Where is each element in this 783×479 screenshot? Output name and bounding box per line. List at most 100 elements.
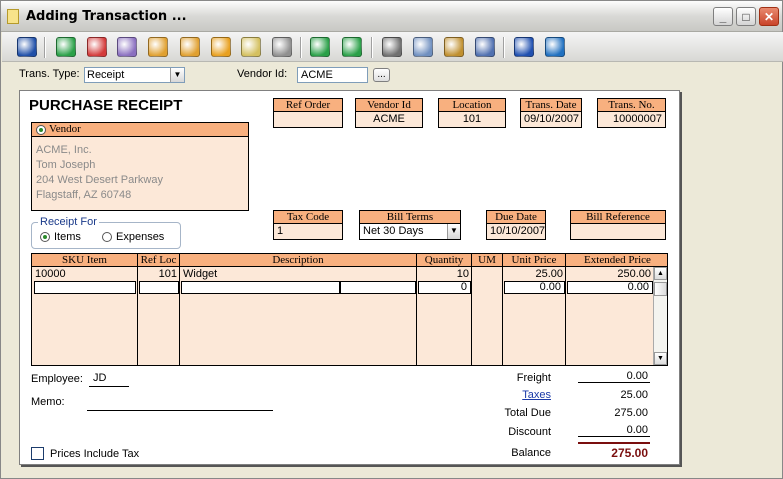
row1-extended-price[interactable]: 250.00 [566,268,654,281]
row2-description-input[interactable] [181,281,340,294]
bill-reference-label: Bill Reference [570,210,666,224]
add-button[interactable] [54,35,78,59]
scroll-down-icon[interactable]: ▼ [654,352,667,365]
row1-unit-price[interactable]: 25.00 [503,268,566,281]
discount-value[interactable]: 0.00 [578,424,650,437]
row1-loc[interactable]: 101 [138,268,180,281]
due-date-field: Due Date 10/10/2007 [486,210,546,240]
bill-terms-label: Bill Terms [359,210,461,224]
address-line: Flagstaff, AZ 60748 [36,189,132,201]
row2-loc-input[interactable] [139,281,179,294]
trans-date-input[interactable]: 09/10/2007 [520,112,582,128]
preview-icon [413,37,433,57]
help-button[interactable] [512,35,536,59]
col-header-um: UM [472,254,503,267]
row2-description-extra[interactable] [340,281,416,294]
grid-scrollbar[interactable]: ▲ ▼ [653,267,667,365]
bill-reference-input[interactable] [570,224,666,240]
po-icon [342,37,362,57]
vendor-radio[interactable] [36,124,46,135]
delete-button[interactable] [85,35,109,59]
trans-type-label: Trans. Type: [19,68,80,80]
find-icon [117,37,137,57]
toolbar [2,32,783,62]
trans-type-select[interactable]: Receipt ▼ [84,67,185,83]
po-button[interactable] [340,35,364,59]
freight-label: Freight [516,372,551,384]
minimize-button[interactable]: _ [713,7,733,26]
address-line: ACME, Inc. [36,144,92,156]
tax-code-input[interactable]: 1 [273,224,343,240]
toolbar-separator [371,37,373,58]
address-line: Tom Joseph [36,159,96,171]
items-option[interactable]: Items [40,231,81,243]
chevron-down-icon[interactable]: ▼ [170,68,184,82]
balance-label: Balance [511,447,551,459]
row1-quantity[interactable]: 10 [417,268,472,281]
row2-unit-price-input[interactable]: 0.00 [504,281,565,294]
expenses-radio[interactable] [102,232,112,242]
ref-order-label: Ref Order [273,98,343,112]
calculator-icon [272,37,292,57]
exit-button[interactable] [543,35,567,59]
vendor-id-value[interactable]: ACME [355,112,423,128]
prices-include-tax-checkbox[interactable] [31,447,44,460]
delete-icon [87,37,107,57]
receipt-for-group: Receipt For Items Expenses [31,216,181,249]
ref-order-input[interactable] [273,112,343,128]
trans-no-input[interactable]: 10000007 [597,112,666,128]
toolbar-separator [503,37,505,58]
copy-button[interactable] [209,35,233,59]
discount-label: Discount [508,426,551,438]
vendor-id-field: Vendor Id ACME [355,98,423,128]
notes-button[interactable] [473,35,497,59]
list-icon [241,37,261,57]
location-label: Location [438,98,506,112]
expenses-option[interactable]: Expenses [102,231,164,243]
add-item-button[interactable] [178,35,202,59]
vendor-lookup-button[interactable]: ... [373,68,390,82]
memo-input[interactable] [87,396,273,411]
items-radio[interactable] [40,232,50,242]
find-button[interactable] [115,35,139,59]
due-date-input[interactable]: 10/10/2007 [486,224,546,240]
save-button[interactable] [15,35,39,59]
filter-button[interactable] [146,35,170,59]
print-button[interactable] [380,35,404,59]
freight-value[interactable]: 0.00 [578,370,650,383]
scroll-up-icon[interactable]: ▲ [654,267,667,280]
print-icon [382,37,402,57]
title-bar: Adding Transaction ... _ □ ✕ [1,1,782,32]
location-input[interactable]: 101 [438,112,506,128]
refresh-button[interactable] [308,35,332,59]
maximize-button[interactable]: □ [736,7,756,26]
col-header-ref-loc: Ref Loc [138,254,180,267]
row1-sku[interactable]: 10000 [32,268,138,281]
vendor-id-label: Vendor Id: [237,68,288,80]
total-due-label: Total Due [504,407,551,419]
row2-extended-price-input[interactable]: 0.00 [567,281,653,294]
calculator-button[interactable] [270,35,294,59]
tax-code-label: Tax Code [273,210,343,224]
page-title: PURCHASE RECEIPT [29,97,183,114]
package-button[interactable] [442,35,466,59]
taxes-link[interactable]: Taxes [471,389,551,401]
row1-description[interactable]: Widget [180,268,417,281]
taxes-value: 25.00 [620,389,648,401]
exit-icon [545,37,565,57]
package-icon [444,37,464,57]
bill-terms-select[interactable]: Net 30 Days ▼ [359,224,461,240]
vendor-id-header: Vendor Id [355,98,423,112]
tax-code-field: Tax Code 1 [273,210,343,240]
list-button[interactable] [239,35,263,59]
row2-quantity-input[interactable]: 0 [418,281,471,294]
vendor-id-input[interactable]: ACME [297,67,368,83]
chevron-down-icon[interactable]: ▼ [447,224,460,239]
scroll-thumb[interactable] [654,282,667,296]
preview-button[interactable] [411,35,435,59]
receipt-for-legend: Receipt For [38,216,99,228]
employee-input[interactable]: JD [89,372,129,387]
close-button[interactable]: ✕ [759,7,779,26]
row2-sku-input[interactable] [34,281,136,294]
prices-include-tax-label: Prices Include Tax [50,448,140,460]
